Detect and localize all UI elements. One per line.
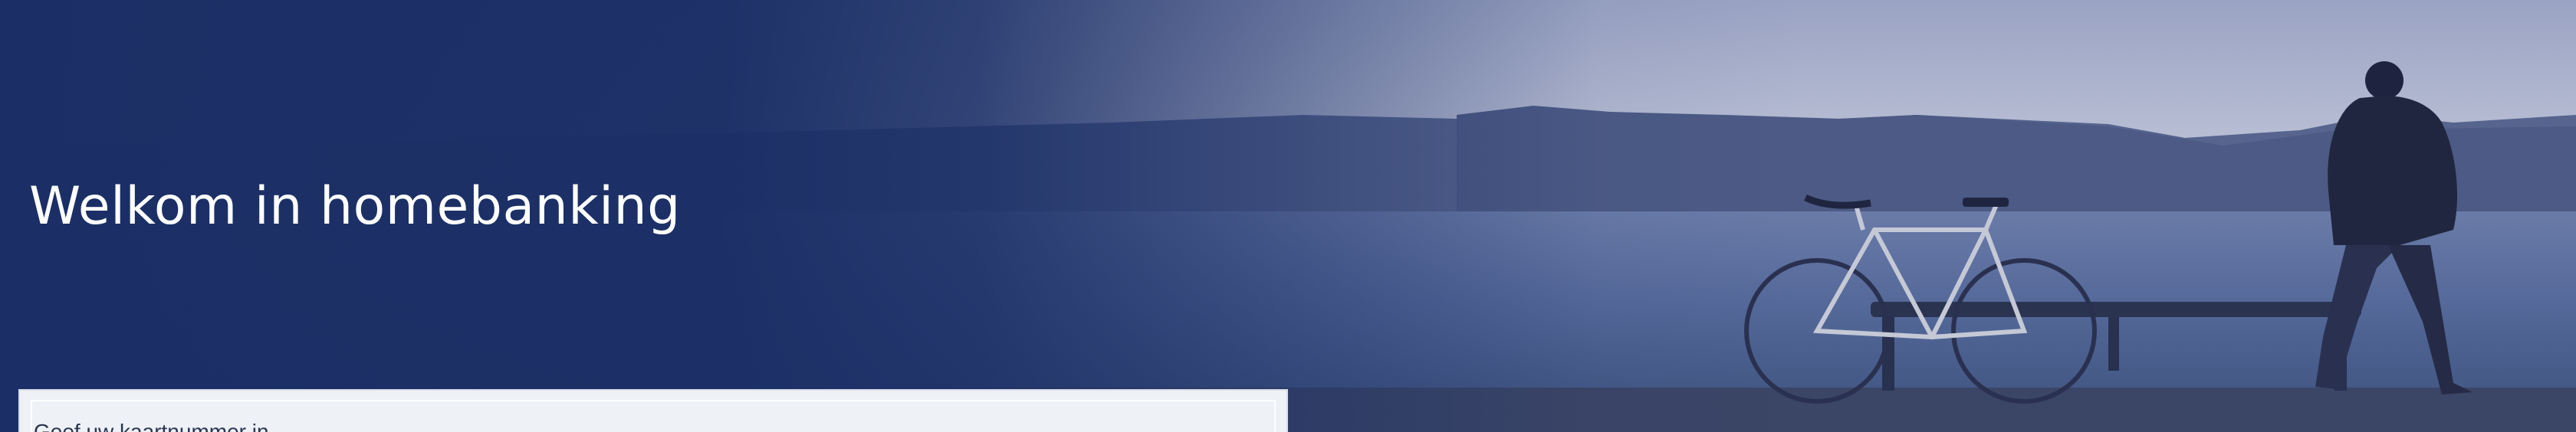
page-title: Welkom in homebanking bbox=[29, 176, 681, 237]
hero-banner: Welkom in homebanking Geef uw kaartnumme… bbox=[0, 0, 2576, 432]
card-number-instruction: Geef uw kaartnummer in bbox=[34, 420, 269, 432]
